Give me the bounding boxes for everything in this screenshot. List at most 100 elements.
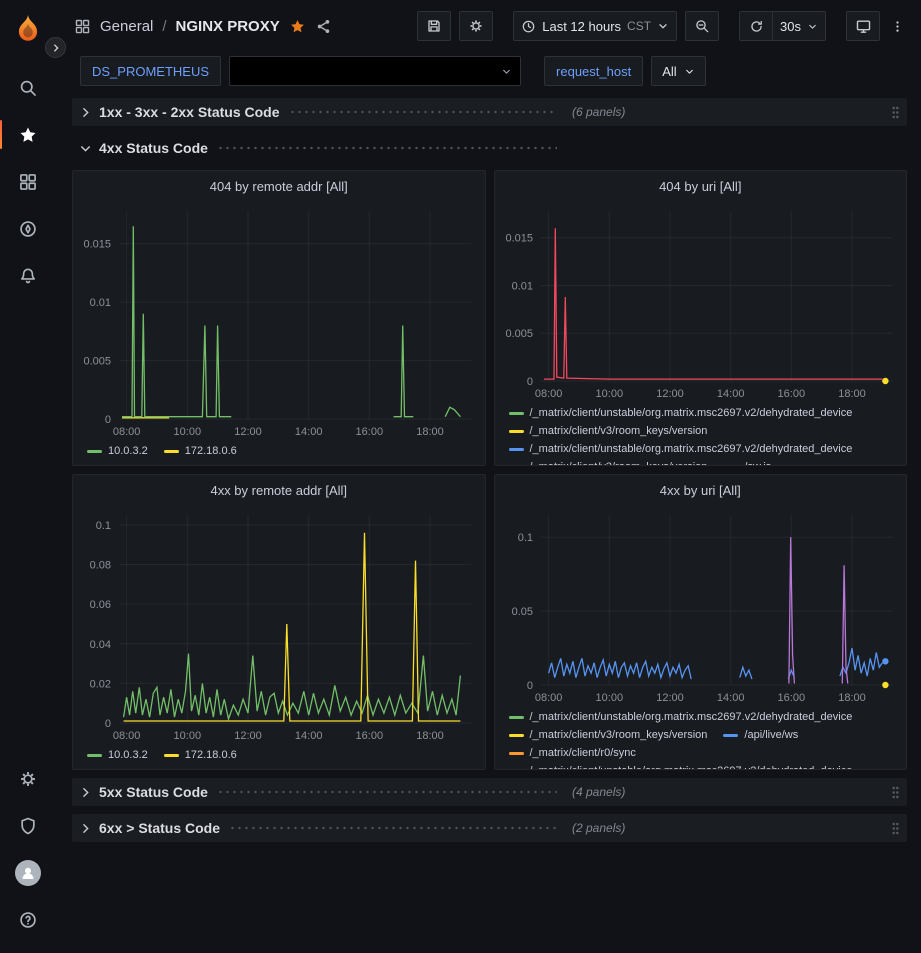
legend-item[interactable]: /_matrix/client/v3/room_keys/version bbox=[509, 424, 708, 438]
panel-title[interactable]: 4xx by remote addr [All] bbox=[73, 475, 485, 505]
breadcrumb: General / NGINX PROXY bbox=[74, 18, 332, 35]
main-area: General / NGINX PROXY bbox=[56, 0, 921, 953]
row-drag-handle[interactable] bbox=[891, 821, 900, 836]
row-drag-handle[interactable] bbox=[891, 105, 900, 120]
svg-text:0.04: 0.04 bbox=[90, 639, 111, 651]
row-title: 5xx Status Code bbox=[99, 784, 208, 800]
legend-item[interactable]: /api/live/ws bbox=[723, 728, 798, 742]
svg-text:16:00: 16:00 bbox=[777, 388, 805, 400]
series-color-swatch bbox=[87, 450, 102, 453]
dotted-leader bbox=[289, 110, 557, 114]
request-host-select[interactable]: All bbox=[651, 56, 705, 86]
legend-item[interactable]: 10.0.3.2 bbox=[87, 748, 148, 762]
legend-label: 10.0.3.2 bbox=[108, 444, 148, 458]
legend-item[interactable]: 10.0.3.2 bbox=[87, 444, 148, 458]
chevron-down-icon bbox=[657, 20, 669, 32]
legend-item[interactable]: /_matrix/client/v3/room_keys/version bbox=[509, 728, 708, 742]
legend-item[interactable]: /_matrix/client/r0/sync bbox=[509, 746, 636, 760]
row-panel-count: (6 panels) bbox=[572, 105, 625, 119]
more-options-button[interactable] bbox=[888, 11, 907, 41]
legend-item[interactable]: /_matrix/client/unstable/org.matrix.msc2… bbox=[509, 710, 853, 724]
sidebar-item-server-admin[interactable] bbox=[0, 802, 56, 849]
svg-text:08:00: 08:00 bbox=[534, 692, 562, 704]
breadcrumb-separator: / bbox=[162, 18, 166, 35]
svg-text:0.1: 0.1 bbox=[96, 520, 111, 532]
legend-item[interactable]: /_matrix/client/unstable/org.matrix.msc2… bbox=[509, 764, 853, 769]
cycle-view-button[interactable] bbox=[846, 11, 880, 41]
sidebar-item-search[interactable] bbox=[0, 64, 56, 111]
legend-label: 10.0.3.2 bbox=[108, 748, 148, 762]
panel-title[interactable]: 404 by uri [All] bbox=[495, 171, 907, 201]
dashboard-settings-button[interactable] bbox=[459, 11, 493, 41]
row-header-5xx[interactable]: 5xx Status Code (4 panels) bbox=[72, 778, 907, 806]
row-panel-count: (2 panels) bbox=[572, 821, 625, 835]
svg-text:0.08: 0.08 bbox=[90, 560, 111, 572]
panel-404-by-remote-addr: 404 by remote addr [All] 00.0050.010.015… bbox=[72, 170, 486, 466]
sidebar-item-explore[interactable] bbox=[0, 205, 56, 252]
legend-item[interactable]: 172.18.0.6 bbox=[164, 748, 237, 762]
svg-text:0.005: 0.005 bbox=[83, 356, 111, 368]
series-color-swatch bbox=[164, 754, 179, 757]
legend-label: 172.18.0.6 bbox=[185, 444, 237, 458]
legend-item[interactable]: /_matrix/client/unstable/org.matrix.msc2… bbox=[509, 406, 853, 420]
svg-text:0: 0 bbox=[526, 376, 532, 388]
legend-item[interactable]: 172.18.0.6 bbox=[164, 444, 237, 458]
save-dashboard-button[interactable] bbox=[417, 11, 451, 41]
series-color-swatch bbox=[87, 754, 102, 757]
svg-text:12:00: 12:00 bbox=[234, 730, 262, 742]
series-color-swatch bbox=[509, 716, 524, 719]
row-header-4xx[interactable]: 4xx Status Code bbox=[72, 134, 907, 162]
time-series-chart[interactable]: 00.0050.010.01508:0010:0012:0014:0016:00… bbox=[495, 201, 907, 403]
refresh-interval-select[interactable]: 30s bbox=[773, 11, 826, 41]
panel-4xx-by-uri: 4xx by uri [All] 00.050.108:0010:0012:00… bbox=[494, 474, 908, 770]
zoom-out-time-button[interactable] bbox=[685, 11, 719, 41]
legend-label: /_matrix/client/unstable/org.matrix.msc2… bbox=[530, 764, 853, 769]
sidebar-item-profile[interactable] bbox=[0, 849, 56, 896]
panel-legend: 10.0.3.2 172.18.0.6 bbox=[73, 441, 485, 465]
row-header-1xx-3xx-2xx[interactable]: 1xx - 3xx - 2xx Status Code (6 panels) bbox=[72, 98, 907, 126]
sidebar-expand-button[interactable] bbox=[45, 37, 66, 58]
time-series-chart[interactable]: 00.050.108:0010:0012:0014:0016:0018:00 bbox=[495, 505, 907, 707]
svg-text:0.01: 0.01 bbox=[511, 281, 532, 293]
row-drag-handle[interactable] bbox=[891, 785, 900, 800]
chevron-right-icon bbox=[79, 786, 92, 799]
share-button[interactable] bbox=[315, 18, 332, 35]
help-icon bbox=[18, 910, 38, 930]
sidebar-item-starred[interactable] bbox=[0, 111, 56, 158]
series-color-swatch bbox=[509, 430, 524, 433]
sidebar-item-alerting[interactable] bbox=[0, 252, 56, 299]
datasource-variable-label[interactable]: DS_PROMETHEUS bbox=[80, 56, 221, 86]
sidebar-item-configuration[interactable] bbox=[0, 755, 56, 802]
svg-text:10:00: 10:00 bbox=[595, 388, 623, 400]
panel-title[interactable]: 4xx by uri [All] bbox=[495, 475, 907, 505]
request-host-variable-label[interactable]: request_host bbox=[544, 56, 643, 86]
time-range-picker[interactable]: Last 12 hours CST bbox=[513, 11, 677, 41]
favorite-star-button[interactable] bbox=[289, 18, 306, 35]
legend-item[interactable]: /_matrix/client/v3/room_keys/version bbox=[509, 460, 708, 465]
row-title-group: 6xx > Status Code bbox=[99, 820, 557, 836]
refresh-button[interactable] bbox=[739, 11, 773, 41]
dashboard-title[interactable]: NGINX PROXY bbox=[176, 18, 280, 35]
series-color-swatch bbox=[509, 734, 524, 737]
variables-bar: DS_PROMETHEUS request_host All bbox=[56, 52, 921, 90]
legend-label: /_matrix/client/v3/room_keys/version bbox=[530, 728, 708, 742]
datasource-select[interactable] bbox=[229, 56, 521, 86]
row-header-6xx[interactable]: 6xx > Status Code (2 panels) bbox=[72, 814, 907, 842]
sidebar-item-dashboards[interactable] bbox=[0, 158, 56, 205]
time-series-chart[interactable]: 00.0050.010.01508:0010:0012:0014:0016:00… bbox=[73, 201, 485, 441]
breadcrumb-section[interactable]: General bbox=[100, 18, 153, 35]
save-icon bbox=[426, 18, 442, 34]
series-color-swatch bbox=[509, 752, 524, 755]
panel-title[interactable]: 404 by remote addr [All] bbox=[73, 171, 485, 201]
legend-item[interactable]: /sw.js bbox=[723, 460, 771, 465]
time-series-chart[interactable]: 00.020.040.060.080.108:0010:0012:0014:00… bbox=[73, 505, 485, 745]
chevron-down-icon bbox=[79, 142, 92, 155]
legend-label: /_matrix/client/r0/sync bbox=[530, 746, 636, 760]
grafana-logo[interactable] bbox=[10, 10, 46, 46]
bell-icon bbox=[18, 266, 38, 286]
sidebar-item-help[interactable] bbox=[0, 896, 56, 943]
legend-item[interactable]: /_matrix/client/unstable/org.matrix.msc2… bbox=[509, 442, 853, 456]
chevron-down-icon bbox=[501, 66, 512, 77]
legend-label: 172.18.0.6 bbox=[185, 748, 237, 762]
compass-icon bbox=[18, 219, 38, 239]
